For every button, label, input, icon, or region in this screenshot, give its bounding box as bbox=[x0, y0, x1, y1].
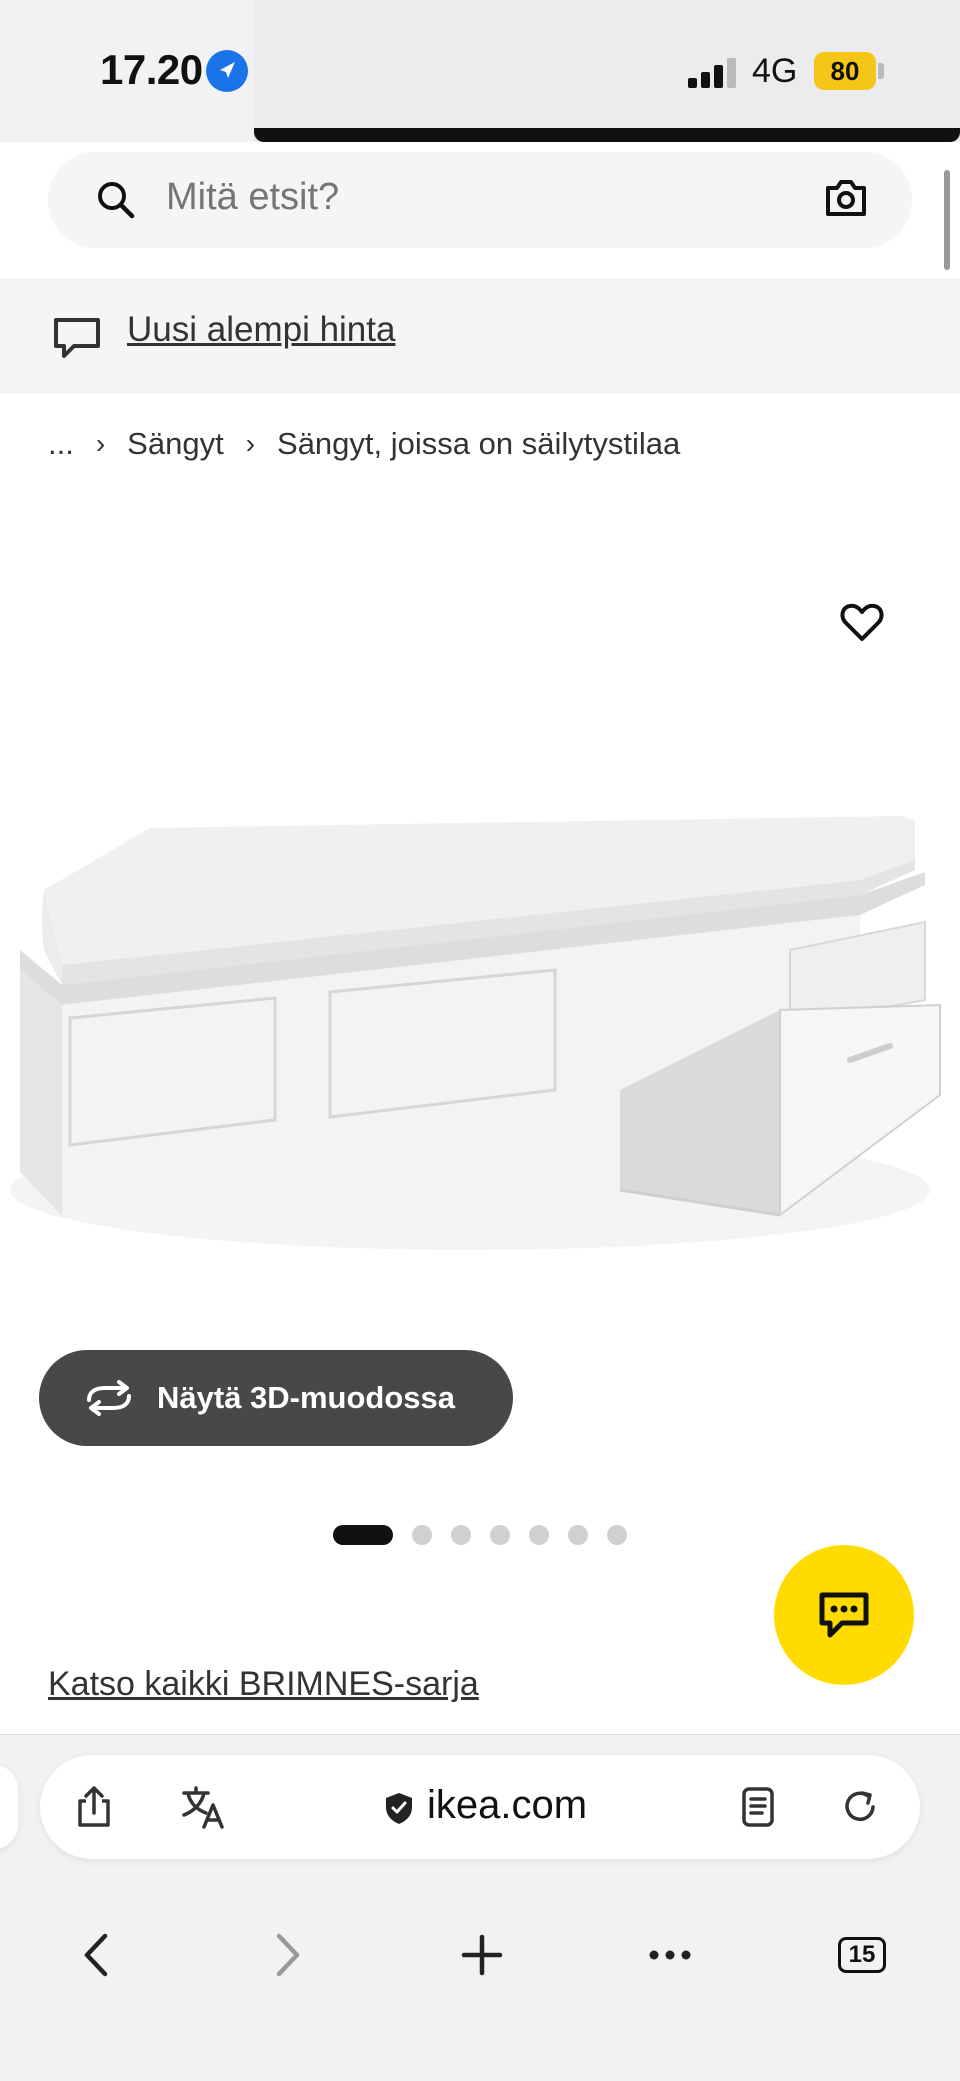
back-button[interactable] bbox=[56, 1915, 136, 1995]
view-3d-button[interactable]: Näytä 3D-muodossa bbox=[39, 1350, 513, 1446]
breadcrumb: ... › Sängyt › Sängyt, joissa on säilyty… bbox=[48, 426, 680, 462]
view-series-link[interactable]: Katso kaikki BRIMNES-sarja bbox=[48, 1665, 479, 1704]
plus-icon bbox=[461, 1934, 503, 1976]
new-tab-button[interactable] bbox=[442, 1915, 522, 1995]
share-icon[interactable] bbox=[74, 1785, 114, 1829]
breadcrumb-item[interactable]: ... bbox=[48, 426, 74, 462]
shield-icon bbox=[386, 1793, 412, 1824]
reader-mode-icon[interactable] bbox=[740, 1785, 776, 1829]
speech-bubble-icon bbox=[54, 318, 100, 358]
camera-icon[interactable] bbox=[822, 176, 870, 220]
cellular-signal-icon bbox=[688, 56, 738, 88]
pagination-dot[interactable] bbox=[607, 1525, 627, 1545]
product-image-bed[interactable] bbox=[0, 760, 960, 1340]
price-banner: Uusi alempi hinta bbox=[0, 278, 960, 394]
pagination-dot[interactable] bbox=[568, 1525, 588, 1545]
pagination-dot[interactable] bbox=[490, 1525, 510, 1545]
location-arrow-icon bbox=[206, 50, 248, 92]
search-box[interactable] bbox=[48, 152, 912, 248]
pagination-dot[interactable] bbox=[412, 1525, 432, 1545]
tab-count: 15 bbox=[838, 1937, 886, 1973]
previous-tab-pill[interactable] bbox=[0, 1765, 18, 1849]
browser-nav-row: 15 bbox=[0, 1915, 960, 1995]
translate-icon[interactable] bbox=[180, 1785, 226, 1829]
tabs-button[interactable]: 15 bbox=[822, 1915, 902, 1995]
scrollbar[interactable] bbox=[944, 170, 950, 270]
more-menu-button[interactable] bbox=[630, 1915, 710, 1995]
chat-assistant-button[interactable] bbox=[774, 1545, 914, 1685]
browser-toolbar: ikea.com 15 bbox=[0, 1734, 960, 2081]
forward-button[interactable] bbox=[248, 1915, 328, 1995]
chevron-right-icon: › bbox=[245, 428, 256, 459]
network-type-label: 4G bbox=[752, 52, 798, 90]
view-3d-label: Näytä 3D-muodossa bbox=[157, 1380, 456, 1415]
search-area bbox=[0, 142, 960, 278]
breadcrumb-item[interactable]: Sängyt, joissa on säilytystilaa bbox=[277, 426, 680, 462]
url-text: ikea.com bbox=[427, 1783, 588, 1827]
rotate-3d-icon bbox=[87, 1380, 131, 1416]
new-lower-price-link[interactable]: Uusi alempi hinta bbox=[127, 310, 395, 350]
pagination-dot[interactable] bbox=[451, 1525, 471, 1545]
image-pagination bbox=[333, 1525, 646, 1545]
search-input[interactable] bbox=[166, 176, 726, 219]
breadcrumb-item[interactable]: Sängyt bbox=[127, 426, 224, 462]
status-time: 17.20 bbox=[100, 46, 203, 93]
pagination-dot-active[interactable] bbox=[333, 1525, 393, 1545]
more-dots-icon bbox=[649, 1950, 691, 1960]
address-bar[interactable]: ikea.com bbox=[40, 1755, 920, 1859]
chevron-left-icon bbox=[84, 1933, 108, 1977]
battery-tip bbox=[878, 63, 884, 79]
reload-icon[interactable] bbox=[840, 1785, 880, 1829]
chat-bubble-icon bbox=[819, 1592, 869, 1638]
pagination-dot[interactable] bbox=[529, 1525, 549, 1545]
battery-level: 80 bbox=[814, 52, 876, 90]
heart-icon[interactable] bbox=[838, 598, 886, 646]
chevron-right-icon: › bbox=[95, 428, 106, 459]
status-bar: 17.20 4G 80 bbox=[0, 0, 960, 142]
chevron-right-icon bbox=[276, 1933, 300, 1977]
search-icon bbox=[98, 182, 135, 219]
